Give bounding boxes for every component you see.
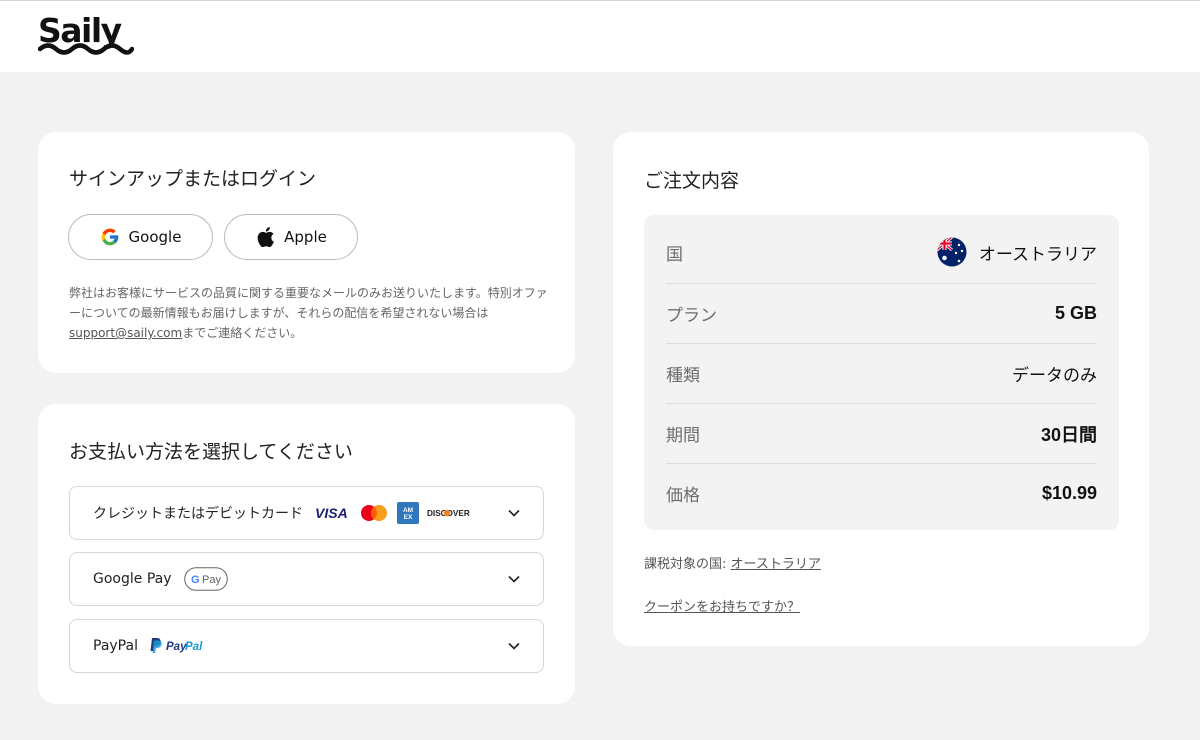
svg-text:Pay: Pay bbox=[202, 574, 221, 586]
tax-country-note: 課税対象の国: オーストラリア bbox=[644, 553, 821, 572]
amex-icon: AM EX bbox=[397, 502, 419, 524]
email-disclaimer: 弊社はお客様にサービスの品質に関する重要なメールのみお送りいたします。特別オファ… bbox=[69, 283, 549, 343]
payment-option-google-pay[interactable]: Google Pay G Pay bbox=[69, 552, 544, 606]
svg-text:Pal: Pal bbox=[185, 641, 203, 653]
plan-value: 5 GB bbox=[1054, 303, 1097, 323]
signin-card: サインアップまたはログイン Google Apple 弊社はお客様にサービスの品… bbox=[38, 132, 575, 373]
visa-logo-text: VISA bbox=[315, 506, 348, 520]
type-value: データのみ bbox=[1012, 366, 1097, 386]
signin-title: サインアップまたはログイン bbox=[69, 168, 317, 190]
apple-button-label: Apple bbox=[284, 228, 327, 246]
top-bar: Saily bbox=[0, 0, 1200, 72]
order-row-type: 種類 データのみ bbox=[666, 343, 1097, 403]
support-email-link[interactable]: support@saily.com bbox=[69, 326, 182, 340]
row-label: 種類 bbox=[666, 366, 700, 386]
apple-signin-button[interactable]: Apple bbox=[224, 214, 358, 260]
order-row-country: 国 オーストラリア bbox=[666, 222, 1097, 282]
saily-logo[interactable]: Saily bbox=[38, 11, 138, 57]
payment-card: お支払い方法を選択してください クレジットまたはデビットカード VISA AM … bbox=[38, 404, 575, 704]
row-label: 価格 bbox=[666, 486, 700, 506]
tax-country-link[interactable]: オーストラリア bbox=[731, 557, 821, 572]
card-option-label: クレジットまたはデビットカード bbox=[93, 506, 303, 522]
paypal-logo-icon: Pay Pal bbox=[150, 638, 203, 653]
tax-label: 課税対象の国: bbox=[644, 557, 731, 572]
visa-icon: VISA bbox=[315, 506, 348, 520]
country-value: オーストラリア bbox=[978, 244, 1097, 265]
order-row-price: 価格 $10.99 bbox=[666, 463, 1097, 523]
svg-text:AM: AM bbox=[403, 507, 413, 514]
disclaimer-text: 弊社はお客様にサービスの品質に関する重要なメールのみお送りいたします。特別オファ… bbox=[69, 286, 548, 320]
row-label: 国 bbox=[666, 244, 683, 265]
payment-option-paypal[interactable]: PayPal Pay Pal bbox=[69, 619, 544, 673]
price-value: $10.99 bbox=[1041, 483, 1097, 503]
mastercard-icon bbox=[361, 505, 387, 521]
apple-icon bbox=[257, 227, 275, 248]
coupon-link[interactable]: クーポンをお持ちですか？ bbox=[644, 596, 800, 615]
logo-wave-icon bbox=[38, 43, 134, 55]
card-logos: VISA AM EX DISCOVER bbox=[315, 502, 471, 524]
svg-text:EX: EX bbox=[404, 514, 413, 521]
chevron-down-icon[interactable] bbox=[507, 506, 521, 520]
svg-text:Pay: Pay bbox=[166, 641, 187, 653]
google-pay-badge-icon: G Pay bbox=[183, 567, 228, 591]
chevron-down-icon[interactable] bbox=[507, 639, 521, 653]
duration-value: 30日間 bbox=[1040, 424, 1097, 445]
row-value: オーストラリア bbox=[937, 237, 1097, 267]
order-row-plan: プラン 5 GB bbox=[666, 283, 1097, 343]
google-signin-button[interactable]: Google bbox=[68, 214, 213, 260]
payment-title: お支払い方法を選択してください bbox=[69, 441, 353, 463]
paypal-label: PayPal bbox=[93, 638, 138, 654]
payment-option-card[interactable]: クレジットまたはデビットカード VISA AM EX DISCOVER bbox=[69, 486, 544, 540]
australia-flag-icon bbox=[937, 237, 967, 267]
order-row-duration: 期間 30日間 bbox=[666, 403, 1097, 463]
row-label: プラン bbox=[666, 306, 717, 326]
google-pay-label: Google Pay bbox=[93, 571, 172, 587]
order-details: 国 オーストラリア プラン 5 GB 種類 データのみ 期間 30日間 価格 $… bbox=[644, 215, 1119, 530]
discover-icon: DISCOVER bbox=[427, 509, 470, 518]
chevron-down-icon[interactable] bbox=[507, 572, 521, 586]
row-label: 期間 bbox=[666, 426, 700, 446]
google-icon bbox=[101, 228, 118, 246]
disclaimer-text-end: までご連絡ください。 bbox=[182, 326, 303, 340]
order-summary-card: ご注文内容 国 オーストラリア プラン 5 GB 種類 データのみ 期間 30日… bbox=[613, 132, 1149, 646]
svg-text:G: G bbox=[191, 574, 200, 586]
order-title: ご注文内容 bbox=[644, 170, 740, 192]
google-button-label: Google bbox=[128, 228, 182, 246]
